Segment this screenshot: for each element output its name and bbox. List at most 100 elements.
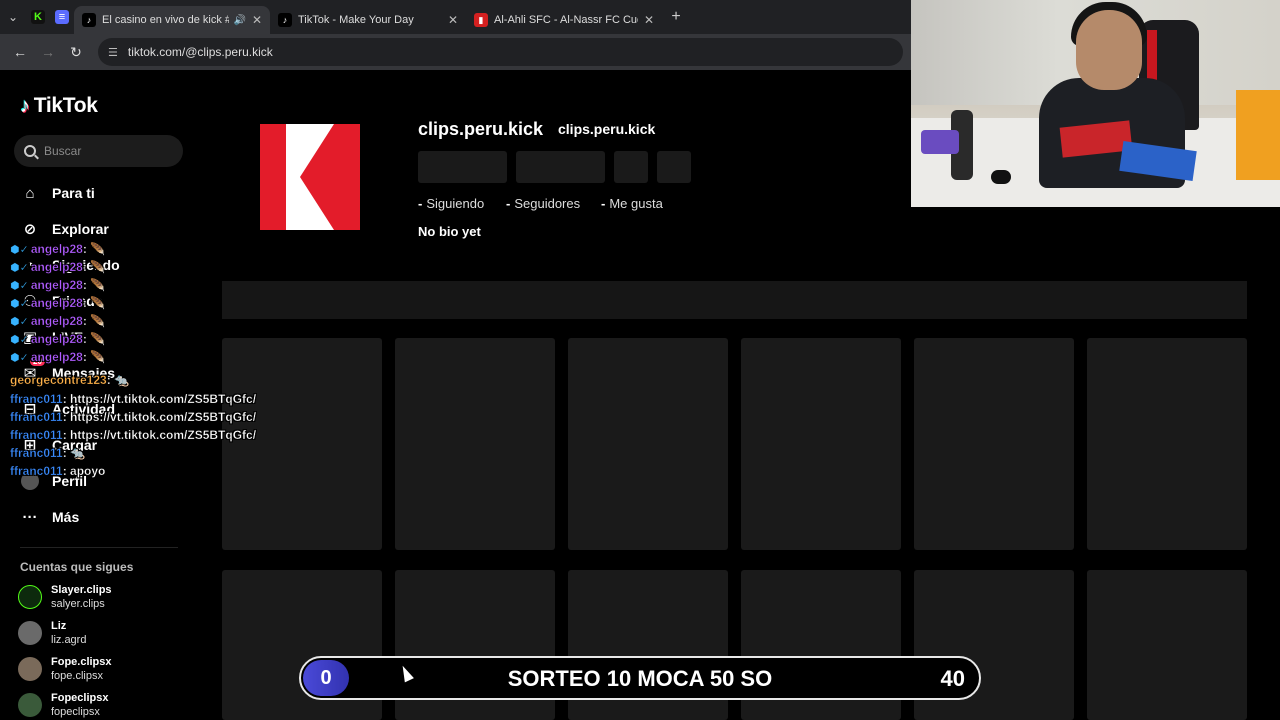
- sub-badge-icon: ⬢✓: [10, 316, 29, 328]
- url-text: tiktok.com/@clips.peru.kick: [127, 45, 273, 59]
- compass-icon: ⊘: [23, 221, 37, 238]
- sub-badge-icon: ⬢✓: [10, 244, 29, 256]
- more-button-placeholder[interactable]: [657, 151, 691, 183]
- forward-icon[interactable]: →: [34, 44, 62, 60]
- account-name: Liz: [51, 620, 67, 632]
- reload-icon[interactable]: ↻: [62, 44, 90, 61]
- tab-sports[interactable]: ▮ Al-Ahli SFC - Al-Nassr FC Cuota ✕: [466, 6, 662, 34]
- menu-label: Más: [52, 509, 80, 525]
- pinned-tab-kick[interactable]: K: [26, 0, 50, 34]
- speaker-icon[interactable]: 🔊: [233, 15, 245, 26]
- account-handle: fope.clipsx: [51, 670, 103, 682]
- share-button-placeholder[interactable]: [614, 151, 648, 183]
- chat-message: ⬢✓ angelp28: 🪶: [10, 332, 106, 346]
- chat-user: ffranc011: [10, 392, 63, 406]
- chat-message: ffranc011: https://vt.tiktok.com/ZS5BTqG…: [10, 392, 257, 406]
- sub-badge-icon: ⬢✓: [10, 298, 29, 310]
- avatar: [18, 621, 42, 645]
- tiktok-logo[interactable]: ♪ TikTok: [20, 94, 98, 118]
- wallet-icon: ≡: [55, 10, 69, 24]
- stat-following[interactable]: - Siguiendo: [418, 196, 484, 211]
- close-tab-icon[interactable]: ✕: [252, 13, 262, 27]
- tiktok-icon: ♪: [82, 13, 96, 27]
- sub-badge-icon: ⬢✓: [10, 280, 29, 292]
- chat-message: georgecontre123: 🐀: [10, 373, 129, 387]
- webcam-overlay: [911, 0, 1280, 207]
- video-card-placeholder[interactable]: [1087, 570, 1247, 720]
- close-tab-icon[interactable]: ✕: [448, 13, 458, 27]
- chat-text: https://vt.tiktok.com/ZS5BTqGfc/: [70, 392, 257, 406]
- message-button-placeholder[interactable]: [516, 151, 605, 183]
- menu-item-mas[interactable]: ··· Más: [20, 507, 80, 527]
- chat-user: angelp28: [30, 350, 83, 364]
- chat-emote: 🐀: [70, 446, 85, 460]
- tab-tiktok[interactable]: ♪ TikTok - Make Your Day ✕: [270, 6, 466, 34]
- tab-search-chevron-icon[interactable]: ⌄: [0, 0, 26, 34]
- chat-user: angelp28: [30, 332, 83, 346]
- search-input[interactable]: Buscar: [14, 135, 183, 167]
- account-name: Slayer.clips: [51, 584, 112, 596]
- follow-button-placeholder[interactable]: [418, 151, 507, 183]
- stat-label: Seguidores: [514, 196, 581, 211]
- following-account[interactable]: Liz liz.agrd: [18, 619, 86, 647]
- tiktok-note-icon: ♪: [20, 94, 30, 117]
- sports-icon: ▮: [474, 13, 488, 27]
- menu-label: Para ti: [52, 185, 95, 201]
- video-card-placeholder[interactable]: [222, 338, 382, 550]
- chat-emote: 🐀: [114, 373, 129, 387]
- tab-title: Al-Ahli SFC - Al-Nassr FC Cuota: [494, 14, 638, 26]
- stat-label: Siguiendo: [426, 196, 485, 211]
- account-handle: liz.agrd: [51, 634, 87, 646]
- avatar: [18, 693, 42, 717]
- avatar: [18, 585, 42, 609]
- stat-value: -: [418, 196, 423, 211]
- profile-username: clips.peru.kick: [418, 119, 544, 139]
- chat-message: ffranc011: 🐀: [10, 446, 85, 460]
- chat-emote: 🪶: [90, 278, 106, 292]
- address-bar-row: ← → ↻ ☰ tiktok.com/@clips.peru.kick: [0, 34, 912, 70]
- chat-message: ffranc011: apoyo: [10, 464, 106, 478]
- tab-casino-live[interactable]: ♪ El casino en vivo de kick #p 🔊 ✕: [74, 6, 270, 34]
- profile-bio: No bio yet: [418, 224, 481, 239]
- chat-text: https://vt.tiktok.com/ZS5BTqGfc/: [70, 410, 257, 424]
- pinned-tab-wallet[interactable]: ≡: [50, 0, 74, 34]
- site-info-icon[interactable]: ☰: [108, 46, 118, 59]
- video-card-placeholder[interactable]: [395, 338, 555, 550]
- chat-user: ffranc011: [10, 464, 63, 478]
- following-account[interactable]: Slayer.clips salyer.clips: [18, 583, 112, 611]
- stat-value: -: [601, 196, 606, 211]
- profile-tabs-placeholder: [222, 281, 1247, 319]
- back-icon[interactable]: ←: [6, 44, 34, 60]
- chat-message: ⬢✓ angelp28: 🪶: [10, 350, 106, 364]
- sub-badge-icon: ⬢✓: [10, 334, 29, 346]
- video-card-placeholder[interactable]: [914, 338, 1074, 550]
- account-name: Fope.clipsx: [51, 656, 112, 668]
- chat-message: ⬢✓ angelp28: 🪶: [10, 242, 106, 256]
- chat-user: angelp28: [30, 242, 83, 256]
- logo-text: TikTok: [33, 94, 98, 117]
- url-bar[interactable]: ☰ tiktok.com/@clips.peru.kick: [98, 38, 903, 66]
- chat-message: ⬢✓ angelp28: 🪶: [10, 314, 106, 328]
- stat-followers[interactable]: - Seguidores: [506, 196, 580, 211]
- chat-emote: 🪶: [90, 350, 106, 364]
- new-tab-button[interactable]: +: [662, 8, 690, 26]
- browser-tab-bar: ⌄ K ≡ ♪ El casino en vivo de kick #p 🔊 ✕…: [0, 0, 912, 34]
- account-name: Fopeclipsx: [51, 692, 109, 704]
- chat-message: ⬢✓ angelp28: 🪶: [10, 296, 106, 310]
- chat-message: ⬢✓ angelp28: 🪶: [10, 260, 106, 274]
- following-account[interactable]: Fope.clipsx fope.clipsx: [18, 655, 112, 683]
- chat-emote: 🪶: [90, 296, 106, 310]
- following-account[interactable]: Fopeclipsx fopeclipsx: [18, 691, 108, 719]
- chat-emote: 🪶: [90, 332, 106, 346]
- video-card-placeholder[interactable]: [568, 338, 728, 550]
- close-tab-icon[interactable]: ✕: [644, 13, 654, 27]
- raffle-banner: 0 SORTEO 10 MOCA 50 SO 40: [299, 656, 981, 700]
- menu-item-para-ti[interactable]: ⌂ Para ti: [20, 183, 95, 203]
- video-card-placeholder[interactable]: [1087, 338, 1247, 550]
- chat-user: angelp28: [30, 314, 83, 328]
- search-icon: [24, 145, 36, 157]
- menu-item-explorar[interactable]: ⊘ Explorar: [20, 219, 109, 239]
- video-card-placeholder[interactable]: [741, 338, 901, 550]
- sidebar-divider: [20, 547, 178, 548]
- sub-badge-icon: ⬢✓: [10, 352, 29, 364]
